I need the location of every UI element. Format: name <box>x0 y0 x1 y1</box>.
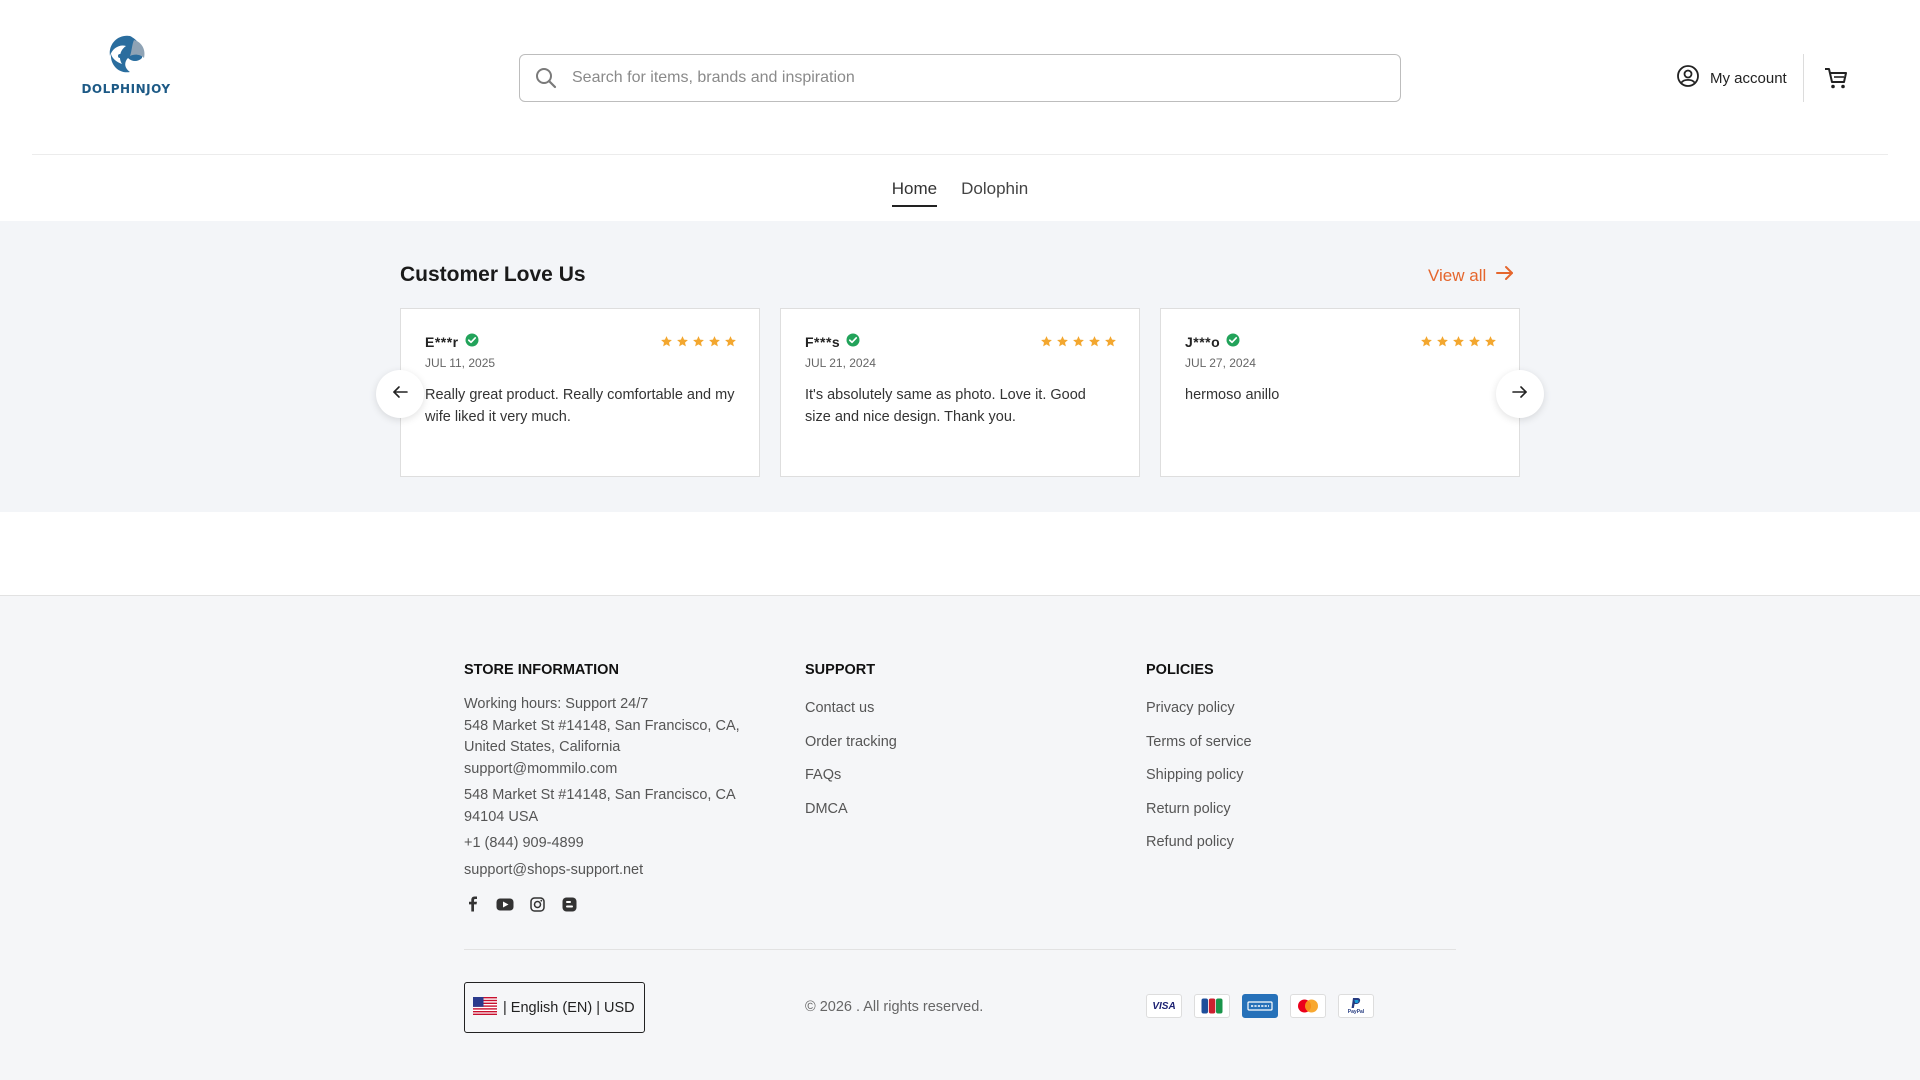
dmca-link[interactable]: DMCA <box>805 801 1065 817</box>
support-heading: SUPPORT <box>805 662 876 678</box>
support-email[interactable]: support@shops-support.net <box>464 860 764 882</box>
store-address: 548 Market St #14148, San Francisco, CA,… <box>464 717 740 756</box>
store-logo[interactable]: DOLPHINJOY <box>80 32 172 104</box>
review-card: E***r JUL 11, 2025 Really great product.… <box>400 308 760 477</box>
star-icon <box>676 335 689 353</box>
main-nav: Home Dolophin <box>0 155 1920 221</box>
policies-column: POLICIES Privacy policy Terms of service… <box>1146 662 1406 868</box>
privacy-policy-link[interactable]: Privacy policy <box>1146 700 1406 716</box>
store-information-heading: STORE INFORMATION <box>464 662 619 678</box>
arrow-right-icon <box>1496 265 1514 286</box>
mastercard-icon <box>1290 994 1326 1018</box>
locale-label: | English (EN) | USD <box>503 999 635 1016</box>
footer: STORE INFORMATION Working hours: Support… <box>0 596 1920 1080</box>
star-icon <box>1468 335 1481 353</box>
review-card: J***o JUL 27, 2024 hermoso anillo <box>1160 308 1520 477</box>
review-text: Really great product. Really comfortable… <box>425 387 735 425</box>
view-all-link[interactable]: View all <box>1428 265 1514 286</box>
verified-check-icon <box>1226 333 1240 350</box>
star-rating <box>660 335 737 353</box>
search-input[interactable] <box>572 69 1352 87</box>
star-icon <box>1436 335 1449 353</box>
my-account-link[interactable]: My account <box>1676 64 1787 92</box>
reviews-section: Customer Love Us View all E***r JUL 11, … <box>0 221 1920 512</box>
nav-item-home[interactable]: Home <box>891 155 938 207</box>
payment-methods: VISA PayPal <box>1146 994 1374 1018</box>
star-icon <box>1452 335 1465 353</box>
order-tracking-link[interactable]: Order tracking <box>805 734 1065 750</box>
review-date: JUL 21, 2024 <box>805 356 876 370</box>
store-email[interactable]: support@mommilo.com <box>464 759 764 781</box>
cart-button[interactable] <box>1822 64 1850 92</box>
blogger-icon[interactable] <box>560 895 578 913</box>
star-icon <box>692 335 705 353</box>
cart-icon <box>1822 68 1850 96</box>
star-rating <box>1040 335 1117 353</box>
terms-of-service-link[interactable]: Terms of service <box>1146 734 1406 750</box>
star-icon <box>1040 335 1053 353</box>
star-icon <box>1056 335 1069 353</box>
carousel-next-button[interactable] <box>1496 370 1544 418</box>
us-flag-icon <box>473 996 497 1019</box>
dolphin-logo-icon <box>109 35 145 73</box>
policies-heading: POLICIES <box>1146 662 1214 678</box>
store-address-secondary: 548 Market St #14148, San Francisco, CA … <box>464 787 735 825</box>
arrow-right-icon <box>1512 385 1528 404</box>
review-text: hermoso anillo <box>1185 387 1280 403</box>
contact-us-link[interactable]: Contact us <box>805 700 1065 716</box>
star-icon <box>708 335 721 353</box>
amex-icon <box>1242 994 1278 1018</box>
star-rating <box>1420 335 1497 353</box>
social-links <box>464 895 764 913</box>
star-icon <box>1484 335 1497 353</box>
refund-policy-link[interactable]: Refund policy <box>1146 834 1406 850</box>
paypal-icon: PayPal <box>1338 994 1374 1018</box>
working-hours: Working hours: Support 24/7 <box>464 696 649 712</box>
verified-check-icon <box>846 333 860 350</box>
store-information-column: STORE INFORMATION Working hours: Support… <box>464 662 764 913</box>
view-all-label: View all <box>1428 265 1487 285</box>
reviews-title: Customer Love Us <box>400 263 586 286</box>
youtube-icon[interactable] <box>496 895 514 913</box>
visa-icon: VISA <box>1146 994 1182 1018</box>
jcb-icon <box>1194 994 1230 1018</box>
copyright: © 2026 . All rights reserved. <box>805 999 984 1015</box>
star-icon <box>724 335 737 353</box>
review-card: F***s JUL 21, 2024 It's absolutely same … <box>780 308 1140 477</box>
facebook-icon[interactable] <box>464 895 482 913</box>
support-column: SUPPORT Contact us Order tracking FAQs D… <box>805 662 1065 834</box>
search-bar[interactable] <box>519 54 1401 102</box>
verified-check-icon <box>465 333 479 350</box>
search-icon[interactable] <box>532 64 560 92</box>
faqs-link[interactable]: FAQs <box>805 767 1065 783</box>
review-date: JUL 27, 2024 <box>1185 356 1256 370</box>
user-circle-icon <box>1676 64 1700 92</box>
account-label: My account <box>1710 69 1787 87</box>
star-icon <box>1072 335 1085 353</box>
store-phone[interactable]: +1 (844) 909-4899 <box>464 833 764 855</box>
star-icon <box>1088 335 1101 353</box>
footer-bottom-divider <box>464 949 1456 950</box>
review-date: JUL 11, 2025 <box>425 356 496 370</box>
locale-currency-selector[interactable]: | English (EN) | USD <box>464 982 645 1033</box>
star-icon <box>1420 335 1433 353</box>
logo-text: DOLPHINJOY <box>81 82 171 96</box>
header-divider <box>1803 54 1804 102</box>
instagram-icon[interactable] <box>528 895 546 913</box>
header: DOLPHINJOY My account <box>0 0 1920 155</box>
return-policy-link[interactable]: Return policy <box>1146 801 1406 817</box>
arrow-left-icon <box>392 385 408 404</box>
star-icon <box>660 335 673 353</box>
star-icon <box>1104 335 1117 353</box>
carousel-prev-button[interactable] <box>376 370 424 418</box>
review-text: It's absolutely same as photo. Love it. … <box>805 387 1086 425</box>
nav-item-dolophin[interactable]: Dolophin <box>961 155 1028 207</box>
shipping-policy-link[interactable]: Shipping policy <box>1146 767 1406 783</box>
